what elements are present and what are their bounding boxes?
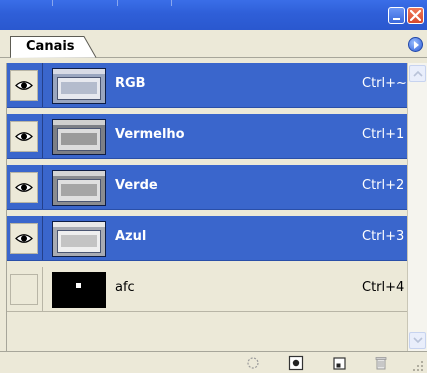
visibility-toggle[interactable] [10, 223, 38, 254]
channel-row-azul[interactable]: Azul Ctrl+3 [7, 216, 407, 261]
column-divider [42, 63, 43, 108]
close-button[interactable] [407, 7, 424, 24]
visibility-toggle[interactable] [10, 172, 38, 203]
eye-icon [15, 234, 33, 243]
new-channel-button[interactable] [331, 355, 347, 371]
column-divider [42, 216, 43, 261]
channel-list: RGB Ctrl+~ Vermelho Ctrl+1 Verde Ctrl+2 … [6, 63, 407, 351]
channel-name: Vermelho [115, 127, 185, 142]
delete-channel-button[interactable] [373, 355, 389, 371]
channel-shortcut: Ctrl+4 [362, 280, 405, 295]
visibility-toggle[interactable] [10, 70, 38, 101]
eye-icon [15, 183, 33, 192]
eye-icon [15, 81, 33, 90]
titlebar-tick [52, 0, 53, 6]
chevron-down-icon [413, 337, 423, 344]
channel-shortcut: Ctrl+1 [362, 127, 405, 142]
window-titlebar[interactable] [0, 0, 427, 30]
channel-name: Azul [115, 229, 147, 244]
channel-thumbnail [52, 221, 106, 257]
tab-canais[interactable]: Canais [10, 36, 97, 58]
visibility-toggle[interactable] [10, 121, 38, 152]
channel-name: Verde [115, 178, 158, 193]
column-divider [42, 114, 43, 159]
vertical-scrollbar[interactable] [407, 63, 427, 351]
resize-grip-icon[interactable] [412, 360, 424, 372]
visibility-toggle[interactable] [10, 274, 38, 305]
titlebar-tick [171, 0, 172, 6]
minimize-button[interactable] [388, 7, 405, 24]
save-selection-icon [288, 355, 304, 371]
load-selection-button[interactable] [245, 355, 261, 371]
channel-name: RGB [115, 76, 146, 91]
load-selection-icon [247, 357, 259, 369]
channel-thumbnail [52, 272, 106, 308]
close-icon [410, 10, 421, 21]
panel-tabbar: Canais [0, 30, 427, 58]
channel-name: afc [115, 280, 135, 295]
channel-thumbnail [52, 170, 106, 206]
tab-label: Canais [26, 39, 75, 54]
channel-shortcut: Ctrl+3 [362, 229, 405, 244]
channel-thumbnail [52, 68, 106, 104]
panel-menu-button[interactable] [408, 37, 423, 52]
save-selection-button[interactable] [288, 355, 304, 371]
chevron-up-icon [413, 70, 423, 77]
eye-icon [15, 132, 33, 141]
scroll-down-button[interactable] [409, 332, 426, 349]
column-divider [42, 267, 43, 312]
new-channel-icon [333, 357, 346, 370]
channel-shortcut: Ctrl+2 [362, 178, 405, 193]
panel-bottom-toolbar [0, 351, 427, 373]
channels-panel: Canais RGB Ctrl+~ Vermelho Ctrl+1 Verde … [0, 30, 427, 373]
column-divider [42, 165, 43, 210]
channel-row-afc[interactable]: afc Ctrl+4 [7, 267, 407, 312]
scroll-up-button[interactable] [409, 65, 426, 82]
channel-shortcut: Ctrl+~ [362, 76, 407, 91]
trash-icon [375, 357, 387, 370]
channel-row-rgb[interactable]: RGB Ctrl+~ [7, 63, 407, 108]
channel-row-verde[interactable]: Verde Ctrl+2 [7, 165, 407, 210]
channel-thumbnail [52, 119, 106, 155]
titlebar-tick [117, 0, 118, 6]
channel-row-vermelho[interactable]: Vermelho Ctrl+1 [7, 114, 407, 159]
